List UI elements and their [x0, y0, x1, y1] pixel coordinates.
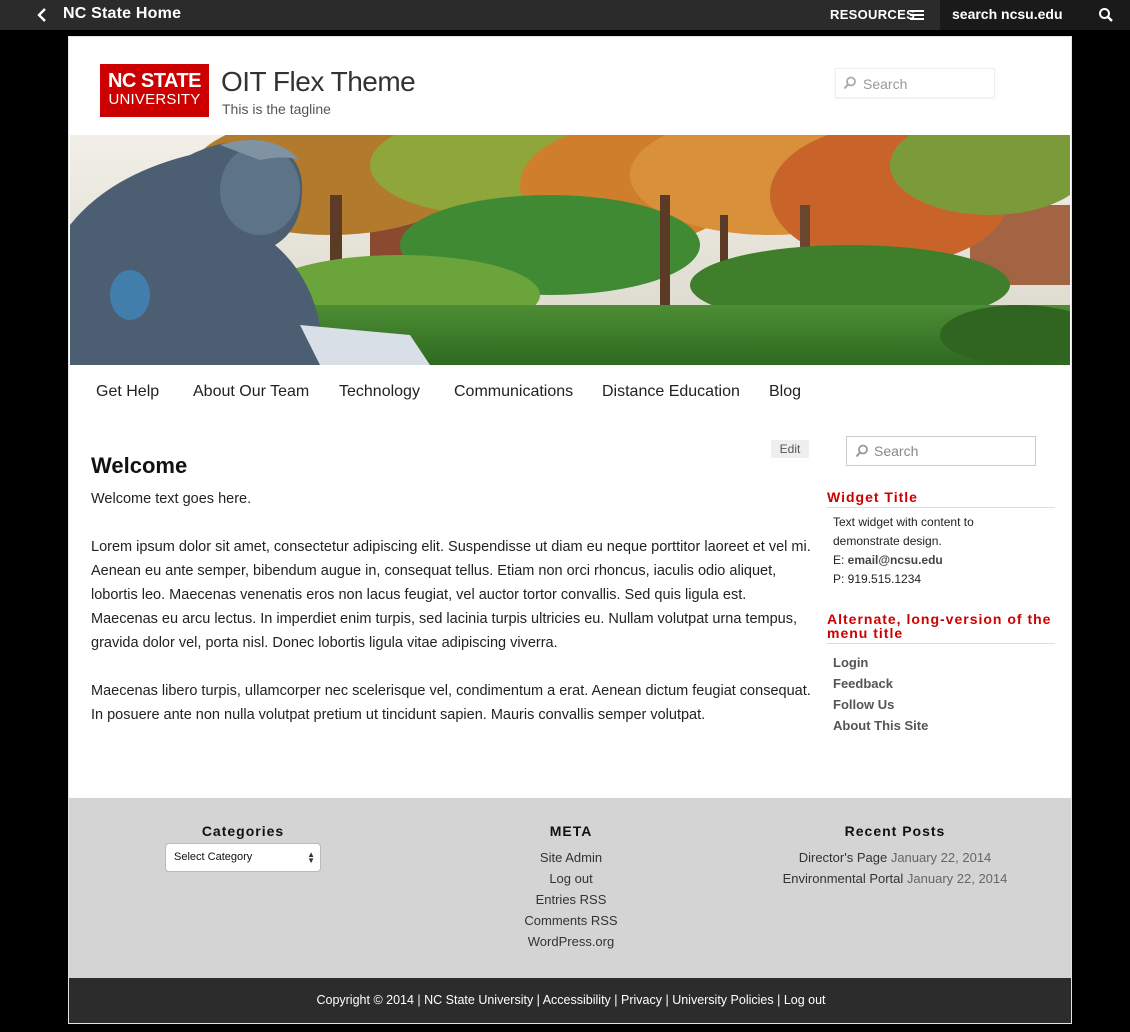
- hero-banner-image: [70, 135, 1070, 365]
- recent-posts-widget: Recent Posts Director's Page January 22,…: [745, 823, 1045, 889]
- footer-link-university-policies[interactable]: University Policies: [672, 993, 773, 1007]
- hamburger-menu-icon[interactable]: [910, 8, 924, 22]
- edit-button[interactable]: Edit: [771, 440, 809, 458]
- category-select-value: Select Category: [174, 851, 253, 863]
- search-icon[interactable]: [1098, 7, 1114, 23]
- recent-post-item: Environmental Portal January 22, 2014: [745, 868, 1045, 889]
- widget-phone: P: 919.515.1234: [833, 572, 922, 586]
- categories-title: Categories: [201, 823, 285, 839]
- chevron-left-icon[interactable]: [36, 7, 50, 23]
- content-paragraph: Lorem ipsum dolor sit amet, consectetur …: [91, 539, 811, 651]
- sidebar-link-follow-us[interactable]: Follow Us: [833, 694, 928, 715]
- select-arrows-icon: ▲ ▼: [307, 850, 315, 865]
- search-icon: [843, 76, 857, 90]
- search-icon: [855, 444, 869, 458]
- sidebar-link-login[interactable]: Login: [833, 652, 928, 673]
- nav-item-communications[interactable]: Communications: [454, 383, 573, 401]
- menu-widget-title: Alternate, long-version of the menu titl…: [827, 612, 1055, 644]
- meta-title: META: [549, 823, 593, 839]
- footer-link-log-out[interactable]: Log out: [784, 993, 826, 1007]
- site-title[interactable]: OIT Flex Theme: [221, 66, 416, 98]
- site-tagline: This is the tagline: [222, 101, 331, 117]
- meta-widget: META Site Admin Log out Entries RSS Comm…: [471, 823, 671, 952]
- copyright-text: Copyright © 2014: [316, 993, 414, 1007]
- page-container: NC STATE UNIVERSITY OIT Flex Theme This …: [68, 36, 1072, 1024]
- category-select[interactable]: Select Category ▲ ▼: [165, 843, 321, 872]
- nav-item-distance-education[interactable]: Distance Education: [602, 383, 740, 401]
- sidebar-menu: Login Feedback Follow Us About This Site: [833, 652, 928, 736]
- meta-link-comments-rss[interactable]: Comments RSS: [471, 910, 671, 931]
- widget-body-text: Text widget with content to demonstrate …: [833, 515, 974, 548]
- email-link[interactable]: email@ncsu.edu: [848, 553, 943, 567]
- content-paragraph: Welcome text goes here.: [91, 491, 252, 507]
- global-topbar: NC State Home RESOURCES search ncsu.edu: [0, 0, 1130, 30]
- content-paragraph: Maecenas libero turpis, ullamcorper nec …: [91, 683, 811, 723]
- sidebar-link-feedback[interactable]: Feedback: [833, 673, 928, 694]
- recent-post-link[interactable]: Director's Page: [799, 850, 887, 865]
- nav-item-about-our-team[interactable]: About Our Team: [193, 383, 309, 401]
- nav-item-get-help[interactable]: Get Help: [96, 383, 159, 401]
- header-search-field[interactable]: Search: [835, 68, 995, 98]
- email-prefix: E:: [833, 553, 848, 567]
- global-search-input[interactable]: search ncsu.edu: [952, 6, 1082, 22]
- recent-posts-title: Recent Posts: [844, 823, 946, 839]
- recent-post-item: Director's Page January 22, 2014: [745, 847, 1045, 868]
- meta-link-entries-rss[interactable]: Entries RSS: [471, 889, 671, 910]
- resources-menu-button[interactable]: RESOURCES: [830, 7, 915, 22]
- meta-link-log-out[interactable]: Log out: [471, 868, 671, 889]
- page-content: Welcome text goes here. Lorem ipsum dolo…: [91, 487, 815, 751]
- main-navigation: Get Help About Our Team Technology Commu…: [69, 383, 1071, 407]
- nc-state-logo[interactable]: NC STATE UNIVERSITY: [100, 64, 209, 117]
- meta-link-site-admin[interactable]: Site Admin: [471, 847, 671, 868]
- text-widget: Text widget with content to demonstrate …: [833, 513, 1033, 589]
- sidebar-search-placeholder: Search: [874, 443, 919, 459]
- logo-line1: NC STATE: [107, 70, 202, 92]
- widget-email: E: email@ncsu.edu: [833, 551, 1033, 570]
- footer-link-nc-state[interactable]: NC State University: [424, 993, 533, 1007]
- recent-post-date: January 22, 2014: [890, 850, 992, 865]
- meta-link-wordpress[interactable]: WordPress.org: [471, 931, 671, 952]
- nav-item-blog[interactable]: Blog: [769, 383, 801, 401]
- copyright-bar: Copyright © 2014 | NC State University |…: [69, 978, 1071, 1023]
- footer-widgets: Categories Select Category ▲ ▼ META Site …: [69, 798, 1071, 978]
- recent-post-link[interactable]: Environmental Portal: [783, 871, 904, 886]
- sidebar-search-field[interactable]: Search: [846, 436, 1036, 466]
- nc-state-home-link[interactable]: NC State Home: [63, 5, 181, 23]
- footer-link-privacy[interactable]: Privacy: [621, 993, 662, 1007]
- recent-post-date: January 22, 2014: [906, 871, 1008, 886]
- nav-item-technology[interactable]: Technology: [339, 383, 420, 401]
- page-title: Welcome: [91, 453, 188, 478]
- footer-link-accessibility[interactable]: Accessibility: [543, 993, 611, 1007]
- sidebar-link-about-this-site[interactable]: About This Site: [833, 715, 928, 736]
- header-search-placeholder: Search: [863, 76, 908, 92]
- logo-line2: UNIVERSITY: [108, 91, 201, 108]
- global-search-box[interactable]: search ncsu.edu: [940, 0, 1130, 30]
- widget-title: Widget Title: [827, 490, 1055, 508]
